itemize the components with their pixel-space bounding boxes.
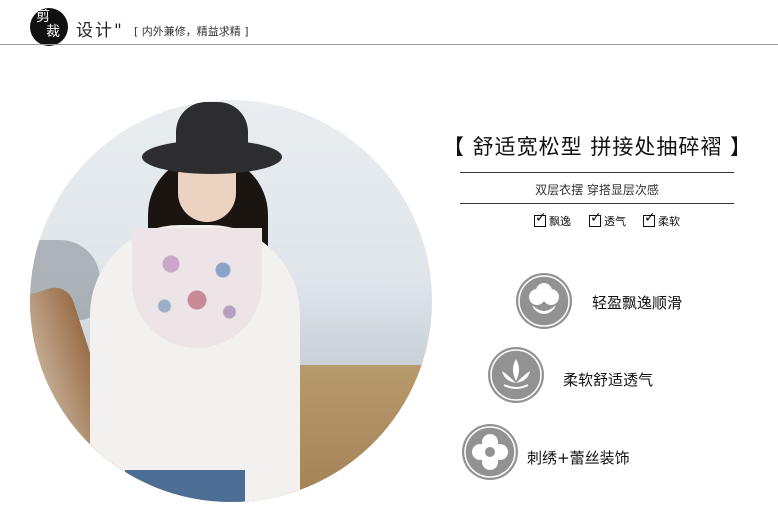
check-label: 透气	[604, 215, 626, 228]
lotus-icon	[488, 347, 544, 403]
divider-top	[460, 172, 734, 173]
cotton-icon	[516, 273, 572, 329]
product-subline: 双层衣摆 穿搭显层次感	[535, 183, 659, 197]
badge-char-1: 剪	[36, 9, 50, 25]
model-photo	[30, 100, 432, 502]
check-label: 飘逸	[549, 215, 571, 228]
header-divider	[0, 44, 778, 45]
flower-icon	[462, 424, 518, 480]
header-title: 设计"	[76, 21, 124, 41]
header-bar: 剪 裁 设计" [ 内外兼修，精益求精 ]	[0, 0, 778, 48]
product-headline: 【 舒适宽松型 拼接处抽碎褶 】	[443, 135, 753, 159]
feature-label: 柔软舒适透气	[563, 371, 654, 389]
header-slogan: [ 内外兼修，精益求精 ]	[134, 25, 249, 38]
feature-label: 刺绣+蕾丝装饰	[527, 449, 630, 467]
check-item-soft: 柔软	[643, 210, 680, 229]
check-item-flowy: 飘逸	[534, 210, 571, 229]
hat-crown	[176, 102, 248, 154]
checkbox-icon	[589, 210, 602, 227]
check-item-breathable: 透气	[589, 210, 626, 229]
badge-char-2: 裁	[46, 24, 60, 40]
model-jeans	[125, 470, 245, 502]
check-label: 柔软	[658, 215, 680, 228]
checkbox-icon	[643, 210, 656, 227]
checkbox-icon	[534, 210, 547, 227]
feature-label: 轻盈飘逸顺滑	[592, 294, 683, 312]
divider-bottom	[460, 203, 734, 204]
